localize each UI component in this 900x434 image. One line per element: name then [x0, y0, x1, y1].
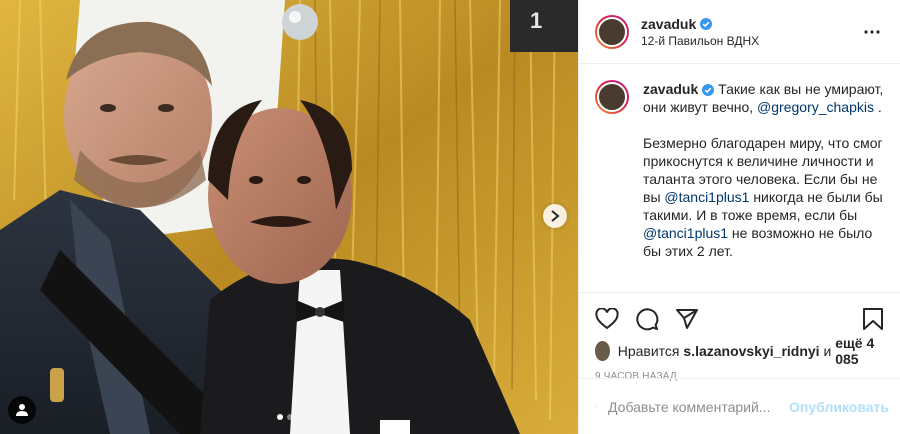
likes-summary: Нравится s.lazanovskyi_ridnyi и ещё 4 08… — [595, 335, 884, 367]
save-button[interactable] — [844, 299, 884, 339]
comment-form: Опубликовать — [579, 378, 900, 434]
user-tag-button[interactable] — [8, 396, 36, 424]
photo-scene: 1 — [0, 0, 578, 434]
caption-text: zavaduk Такие как вы не умирают, они жив… — [643, 80, 884, 260]
author-avatar[interactable] — [595, 14, 629, 49]
comments-area: zavaduk Такие как вы не умирают, они жив… — [579, 64, 900, 292]
verified-icon — [700, 17, 713, 30]
carousel-dot — [277, 414, 283, 420]
post-details-panel: zavaduk 12-й Павильон ВДНХ zavaduk Такие… — [578, 0, 900, 434]
caption-username[interactable]: zavaduk — [643, 81, 698, 97]
carousel-dot — [287, 414, 293, 420]
emoji-icon[interactable] — [595, 395, 596, 419]
more-icon — [864, 29, 880, 34]
user-tag-icon — [16, 404, 28, 416]
svg-text:1: 1 — [530, 8, 542, 33]
likes-count[interactable]: ещё 4 085 — [835, 335, 884, 367]
author-username[interactable]: zavaduk — [641, 16, 696, 32]
liker-avatar[interactable] — [595, 341, 610, 361]
heart-icon — [595, 308, 619, 330]
bookmark-icon — [863, 308, 883, 330]
location-link[interactable]: 12-й Павильон ВДНХ — [641, 34, 860, 48]
next-photo-button[interactable] — [543, 204, 567, 228]
liker-username[interactable]: s.lazanovskyi_ridnyi — [683, 343, 819, 359]
instagram-post: 1 zavaduk 12-й Павильон ВДНХ zavaduk Так… — [0, 0, 900, 434]
caption-avatar[interactable] — [595, 80, 629, 114]
caption: zavaduk Такие как вы не умирают, они жив… — [595, 80, 884, 260]
mention-link[interactable]: @tanci1plus1 — [643, 225, 728, 241]
mention-link[interactable]: @tanci1plus1 — [664, 189, 749, 205]
chevron-right-icon — [551, 210, 560, 222]
comment-icon — [636, 308, 659, 331]
share-icon — [676, 309, 698, 329]
likes-conj: и — [823, 343, 832, 359]
caption-punct: . — [873, 99, 882, 115]
comment-button[interactable] — [635, 299, 675, 339]
more-options-button[interactable] — [860, 20, 884, 44]
comment-input[interactable] — [608, 398, 790, 415]
likes-prefix: Нравится — [617, 343, 680, 359]
post-header: zavaduk 12-й Павильон ВДНХ — [579, 0, 900, 64]
post-photo[interactable]: 1 — [0, 0, 578, 434]
verified-icon — [702, 84, 715, 96]
caption-paragraph: Безмерно благодарен миру, что смог прико… — [643, 134, 884, 260]
share-button[interactable] — [675, 299, 715, 339]
mention-link[interactable]: @gregory_chapkis — [757, 99, 874, 115]
carousel-indicator — [277, 414, 293, 420]
publish-button[interactable]: Опубликовать — [789, 399, 889, 415]
like-button[interactable] — [595, 299, 635, 339]
